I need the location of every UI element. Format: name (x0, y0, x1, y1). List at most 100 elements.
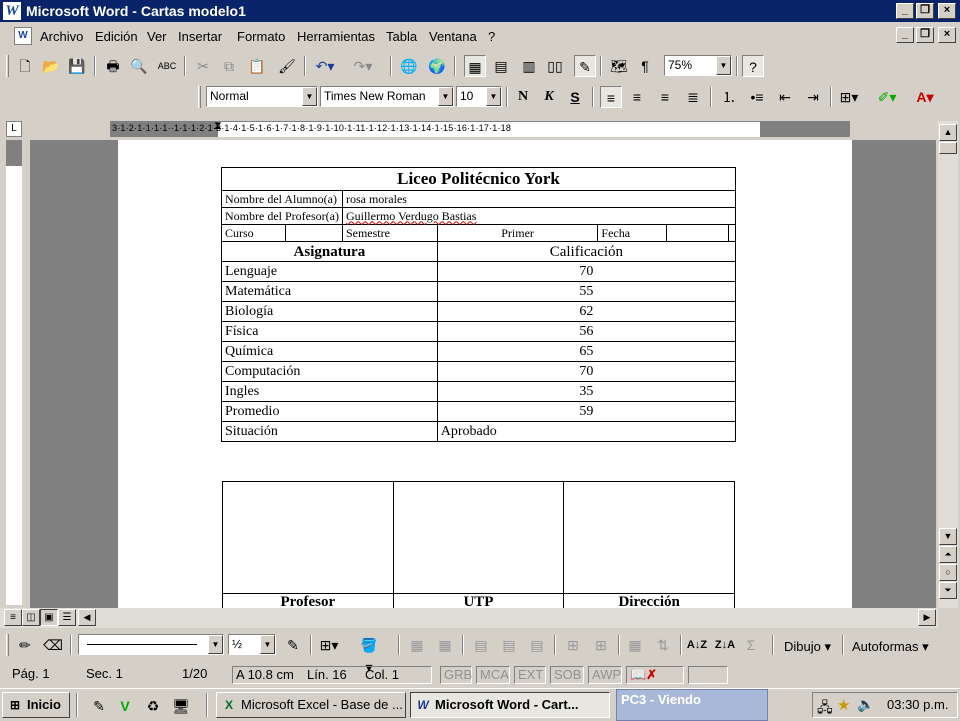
spelling-status-icon[interactable]: 📖✗ (626, 666, 684, 684)
align-bottom-icon[interactable]: ▤ (526, 634, 548, 656)
zoom-combo[interactable]: 75% ▼ (664, 55, 732, 76)
star-tray-icon[interactable]: ★ (837, 696, 850, 714)
vertical-ruler[interactable] (6, 140, 22, 605)
save-icon[interactable]: 💾 (66, 55, 88, 77)
style-combo[interactable]: Normal ▼ (206, 86, 318, 107)
scroll-left-icon[interactable]: ◀ (78, 609, 96, 626)
quicklaunch-visio-icon[interactable]: V (114, 695, 136, 717)
outside-border-icon[interactable]: ⊞▾ (318, 634, 340, 656)
decrease-indent-icon[interactable]: ⇤ (774, 86, 796, 108)
paste-icon[interactable]: 📋 (246, 55, 268, 77)
underline-icon[interactable]: S (564, 86, 586, 108)
clock[interactable]: 03:30 p.m. (887, 697, 948, 712)
remote-view-overlay[interactable]: PC3 - Viendo (616, 689, 768, 721)
menu-edicion[interactable]: Edición (95, 29, 138, 44)
print-layout-view-icon[interactable]: ▣ (40, 609, 58, 626)
menu-herramientas[interactable]: Herramientas (297, 29, 375, 44)
cut-icon[interactable]: ✂ (192, 55, 214, 77)
menu-formato[interactable]: Formato (237, 29, 285, 44)
print-preview-icon[interactable]: 🔍 (128, 55, 150, 77)
quicklaunch-recycle-icon[interactable]: ♻ (142, 695, 164, 717)
justify-icon[interactable]: ≣ (682, 86, 704, 108)
align-right-icon[interactable]: ≡ (654, 86, 676, 108)
minimize-button[interactable]: _ (896, 3, 914, 19)
bullets-icon[interactable]: •≡ (746, 86, 768, 108)
align-left-icon[interactable]: ≡ (600, 86, 622, 108)
font-color-icon[interactable]: A▾ (914, 86, 936, 108)
document-map-icon[interactable]: 🗺 (608, 55, 630, 77)
indent-marker-icon[interactable]: ⧗ (214, 121, 222, 132)
doc-restore-button[interactable]: ❐ (916, 27, 934, 43)
scroll-thumb[interactable] (939, 142, 957, 154)
spelling-icon[interactable]: ABC (156, 55, 178, 77)
chevron-down-icon[interactable]: ▼ (438, 87, 453, 106)
tables-borders-icon[interactable]: ▦ (464, 55, 486, 77)
menu-help[interactable]: ? (488, 29, 495, 44)
vertical-scrollbar[interactable]: ▲ ▼ ⏶ ○ ⏷ (938, 121, 958, 608)
insert-excel-icon[interactable]: ▥ (518, 55, 540, 77)
borders-icon[interactable]: ⊞▾ (838, 86, 860, 108)
status-grb[interactable]: GRB (440, 666, 472, 684)
distribute-columns-icon[interactable]: ⊞ (590, 634, 612, 656)
autosum-icon[interactable]: Σ (740, 634, 762, 656)
document-icon[interactable]: W (14, 27, 32, 45)
table-autoformat-icon[interactable]: ▦ (624, 634, 646, 656)
autoshapes-menu-button[interactable]: Autoformas ▾ (852, 639, 929, 655)
insert-hyperlink-icon[interactable]: 🌐 (398, 55, 420, 77)
status-awp[interactable]: AWP (588, 666, 622, 684)
quicklaunch-desktop-icon[interactable]: ✎ (88, 695, 110, 717)
redo-icon[interactable]: ↷▾ (352, 55, 374, 77)
text-direction-icon[interactable]: ⇅ (652, 634, 674, 656)
menu-ventana[interactable]: Ventana (429, 29, 477, 44)
tab-selector[interactable]: L (6, 121, 22, 137)
status-mca[interactable]: MCA (476, 666, 510, 684)
bold-icon[interactable]: N (512, 86, 534, 108)
office-assistant-icon[interactable]: ? (742, 55, 764, 77)
distribute-rows-icon[interactable]: ⊞ (562, 634, 584, 656)
status-sob[interactable]: SOB (550, 666, 584, 684)
horizontal-ruler[interactable]: 3·1·2·1·1·1·1··1·1·1·2·1·3·1·4·1·5·1·6·1… (110, 121, 850, 137)
format-painter-icon[interactable]: 🖌 (276, 55, 298, 77)
print-icon[interactable]: 🖶 (102, 55, 124, 77)
undo-icon[interactable]: ↶▾ (314, 55, 336, 77)
doc-close-button[interactable]: × (938, 27, 956, 43)
columns-icon[interactable]: ▯▯ (544, 55, 566, 77)
font-combo[interactable]: Times New Roman ▼ (320, 86, 454, 107)
chevron-down-icon[interactable]: ▼ (208, 635, 223, 654)
task-word[interactable]: W Microsoft Word - Cart... (410, 692, 610, 718)
close-button[interactable]: × (938, 3, 956, 19)
scroll-up-icon[interactable]: ▲ (939, 124, 957, 141)
sort-ascending-icon[interactable]: A↓Z (686, 634, 708, 656)
copy-icon[interactable]: ⧉ (218, 55, 240, 77)
volume-icon[interactable]: 🔈 (857, 696, 874, 713)
numbering-icon[interactable]: ⒈ (718, 86, 740, 108)
drawing-icon[interactable]: ✎ (574, 55, 596, 77)
web-layout-view-icon[interactable]: ◫ (22, 609, 40, 626)
start-button[interactable]: ⊞ Inicio (2, 692, 70, 718)
draw-menu-button[interactable]: Dibujo ▾ (784, 639, 831, 655)
new-document-icon[interactable]: 🗋 (14, 55, 36, 77)
quicklaunch-show-desktop-icon[interactable]: 🖥 (170, 695, 192, 717)
chevron-down-icon[interactable]: ▼ (486, 87, 501, 106)
line-weight-combo[interactable]: ½ ▼ (228, 634, 276, 655)
scroll-right-icon[interactable]: ▶ (918, 609, 936, 626)
chevron-down-icon[interactable]: ▼ (260, 635, 275, 654)
chevron-down-icon[interactable]: ▼ (716, 56, 731, 75)
previous-page-icon[interactable]: ⏶ (939, 546, 957, 563)
outline-view-icon[interactable]: ☰ (58, 609, 76, 626)
chevron-down-icon[interactable]: ▼ (302, 87, 317, 106)
shading-color-icon[interactable]: 🪣▾ (358, 634, 380, 675)
task-excel[interactable]: X Microsoft Excel - Base de ... (216, 692, 406, 718)
network-tray-icon[interactable]: 🖧 (817, 697, 833, 721)
menu-archivo[interactable]: Archivo (40, 29, 83, 44)
show-hide-pilcrow-icon[interactable]: ¶ (634, 55, 656, 77)
merge-cells-icon[interactable]: ▦ (406, 634, 428, 656)
status-ext[interactable]: EXT (514, 666, 546, 684)
menu-tabla[interactable]: Tabla (386, 29, 417, 44)
select-browse-object-icon[interactable]: ○ (939, 564, 957, 581)
word-app-icon[interactable]: W (3, 2, 21, 20)
normal-view-icon[interactable]: ≡ (4, 609, 22, 626)
horizontal-scrollbar[interactable]: ≡ ◫ ▣ ☰ ◀ ▶ (0, 608, 938, 628)
highlight-icon[interactable]: ✐▾ (876, 86, 898, 108)
pencil-icon[interactable]: ✏ (14, 634, 36, 656)
